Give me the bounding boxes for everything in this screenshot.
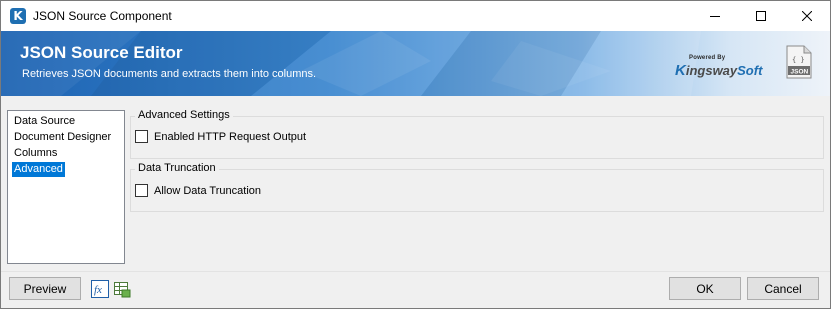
- nav-item-data-source[interactable]: Data Source: [12, 114, 77, 129]
- allow-data-truncation-row[interactable]: Allow Data Truncation: [135, 184, 261, 197]
- brand-powered-by: Powered By: [689, 55, 726, 61]
- svg-text:fx: fx: [94, 284, 102, 296]
- nav-item-document-designer[interactable]: Document Designer: [12, 130, 113, 145]
- json-source-component-window: K JSON Source Component JSON Source Edit…: [0, 0, 831, 309]
- nav-item-columns[interactable]: Columns: [12, 146, 59, 161]
- brand-name: KingswaySoft: [675, 62, 763, 79]
- banner-title: JSON Source Editor: [20, 43, 183, 62]
- advanced-settings-title: Advanced Settings: [135, 109, 233, 121]
- editor-banner: JSON Source Editor Retrieves JSON docume…: [1, 31, 830, 96]
- allow-data-truncation-label[interactable]: Allow Data Truncation: [154, 185, 261, 197]
- json-document-icon: { } JSON: [786, 45, 812, 79]
- enabled-http-request-output-label[interactable]: Enabled HTTP Request Output: [154, 131, 306, 143]
- ok-button[interactable]: OK: [669, 277, 741, 300]
- title-bar: K JSON Source Component: [1, 1, 830, 31]
- kingswaysoft-logo: Powered By KingswaySoft: [675, 55, 765, 79]
- close-button[interactable]: [784, 1, 830, 31]
- svg-text:JSON: JSON: [791, 68, 809, 75]
- banner-subtitle: Retrieves JSON documents and extracts th…: [22, 68, 317, 80]
- close-icon: [802, 11, 812, 21]
- maximize-icon: [756, 11, 766, 21]
- cancel-button[interactable]: Cancel: [747, 277, 819, 300]
- preview-button[interactable]: Preview: [9, 277, 81, 300]
- expression-fx-icon[interactable]: fx: [91, 280, 109, 298]
- minimize-icon: [710, 16, 720, 17]
- enabled-http-request-output-row[interactable]: Enabled HTTP Request Output: [135, 130, 306, 143]
- kingsway-app-icon: K: [10, 8, 26, 24]
- enabled-http-request-output-checkbox[interactable]: [135, 130, 148, 143]
- svg-text:{ }: { }: [792, 56, 805, 64]
- window-title: JSON Source Component: [33, 9, 172, 23]
- variables-grid-icon[interactable]: [113, 280, 131, 298]
- data-truncation-title: Data Truncation: [135, 162, 219, 174]
- footer-divider: [1, 271, 830, 272]
- maximize-button[interactable]: [738, 1, 784, 31]
- allow-data-truncation-checkbox[interactable]: [135, 184, 148, 197]
- page-navigation-list[interactable]: Data Source Document Designer Columns Ad…: [7, 110, 125, 264]
- nav-item-advanced[interactable]: Advanced: [12, 162, 65, 177]
- minimize-button[interactable]: [692, 1, 738, 31]
